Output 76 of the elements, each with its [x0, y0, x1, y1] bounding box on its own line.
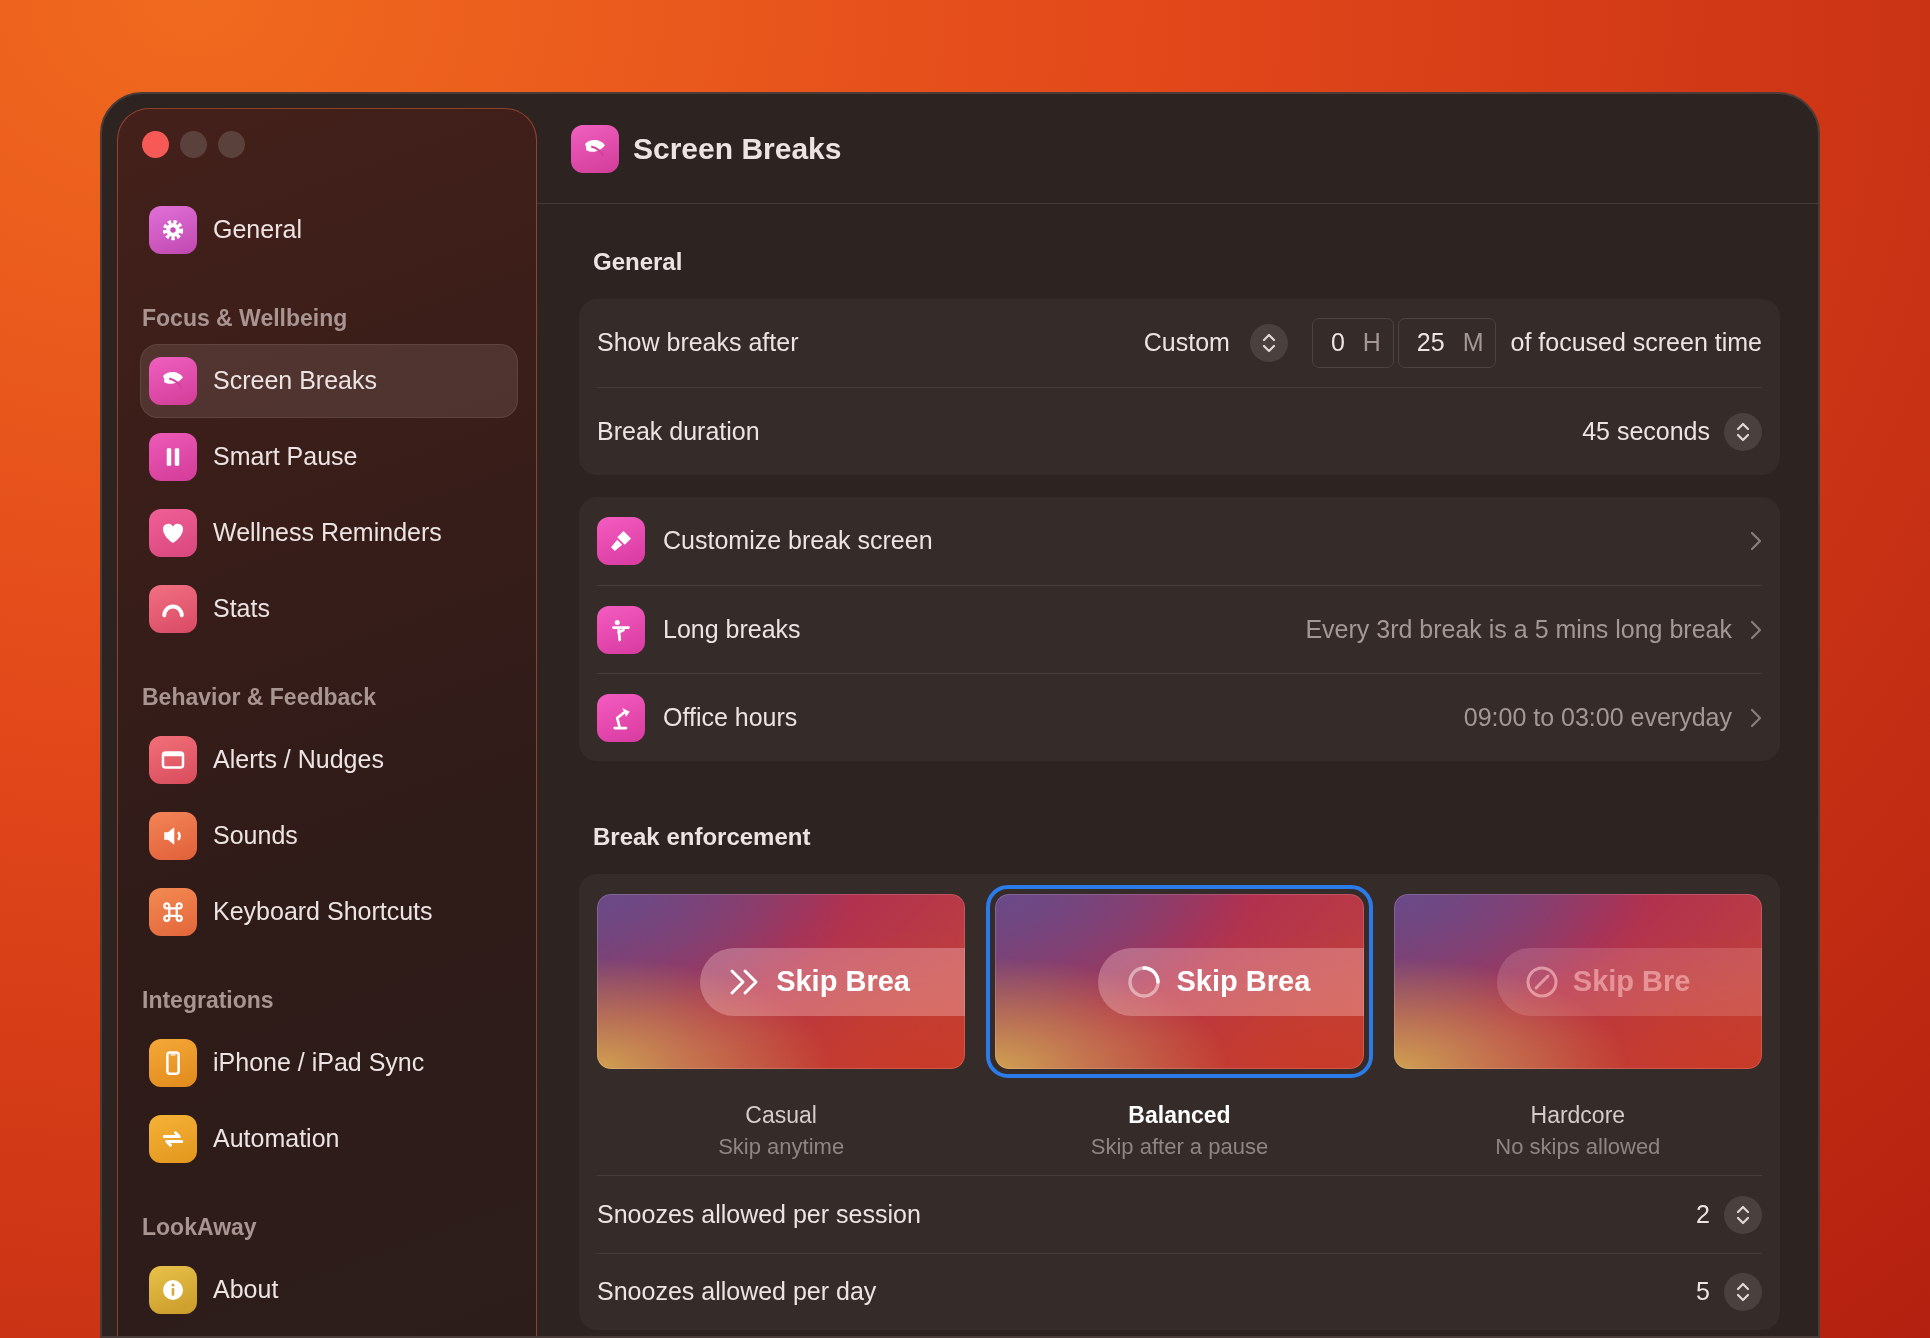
- sidebar-item[interactable]: Stats: [140, 572, 518, 646]
- setting-label: Snoozes allowed per session: [597, 1198, 921, 1230]
- section-heading: Focus & Wellbeing: [142, 304, 349, 333]
- chevron-icon: [1750, 531, 1762, 551]
- gear-icon: [149, 206, 197, 254]
- close-button[interactable]: [142, 130, 169, 158]
- interval-dropdown[interactable]: Custom: [1143, 324, 1298, 362]
- skip-button-preview: Skip Brea: [1098, 947, 1364, 1016]
- sidebar-item[interactable]: Wellness Reminders: [140, 496, 518, 570]
- spinner-icon: [1126, 963, 1163, 1000]
- skip-button-preview: Skip Brea: [700, 947, 966, 1016]
- up-down-chevron-icon: [1734, 420, 1752, 443]
- window-title: Screen Breaks: [633, 131, 842, 167]
- setting-label: of focused screen time: [1510, 327, 1762, 359]
- settings-row[interactable]: Long breaks Every 3rd break is a 5 mins long break: [597, 585, 1762, 673]
- sidebar-item[interactable]: Smart Pause: [140, 420, 518, 494]
- info-icon: [149, 1266, 197, 1314]
- setting-label: Snoozes allowed per day: [597, 1276, 877, 1308]
- mode-title: Casual: [744, 1101, 818, 1130]
- sidebar-item[interactable]: Alerts / Nudges: [140, 723, 518, 797]
- setting-label: Break duration: [597, 415, 760, 447]
- phone-icon: [149, 1039, 197, 1087]
- unit-label: M: [1462, 327, 1484, 359]
- skip-button-preview: Skip Bre: [1496, 947, 1762, 1016]
- command-key-icon: [149, 888, 197, 936]
- brush-icon: [597, 517, 645, 565]
- setting-value: 5: [1696, 1276, 1710, 1308]
- minutes-field[interactable]: 25 M: [1397, 318, 1497, 368]
- settings-row[interactable]: Office hours 09:00 to 03:00 everyday: [597, 673, 1762, 761]
- setting-value: 09:00 to 03:00 everyday: [1463, 701, 1732, 733]
- stepper-button[interactable]: [1724, 412, 1762, 451]
- section-heading: LookAway: [142, 1213, 258, 1242]
- gauge-icon: [149, 585, 197, 633]
- section-heading: General: [593, 247, 684, 277]
- sidebar-item[interactable]: Keyboard Shortcuts: [140, 875, 518, 949]
- settings-row[interactable]: Customize break screen: [597, 497, 1762, 585]
- unit-label: H: [1362, 327, 1381, 359]
- up-down-chevron-icon: [1734, 1203, 1752, 1226]
- setting-value: 45 seconds: [1582, 415, 1710, 447]
- pause-icon: [149, 433, 197, 481]
- setting-label: Customize break screen: [663, 525, 933, 557]
- section-heading: Behavior & Feedback: [142, 683, 377, 712]
- setting-label: Office hours: [663, 701, 798, 733]
- leaf-icon: [149, 357, 197, 405]
- mode-description: Skip after a pause: [1089, 1133, 1270, 1161]
- leaf-icon: [571, 124, 619, 173]
- section-heading: Integrations: [142, 986, 275, 1015]
- arrows-icon: [149, 1115, 197, 1163]
- hours-field[interactable]: 0 H: [1311, 318, 1394, 368]
- mode-option-card[interactable]: Skip Brea: [588, 885, 975, 1078]
- sidebar-item[interactable]: General: [140, 193, 518, 267]
- mode-description: Skip anytime: [717, 1133, 846, 1161]
- stepper-button[interactable]: [1724, 1195, 1762, 1234]
- sidebar-item[interactable]: Automation: [140, 1102, 518, 1176]
- sidebar-item[interactable]: iPhone / iPad Sync: [140, 1026, 518, 1100]
- stepper-button[interactable]: [1724, 1273, 1762, 1311]
- mode-title: Balanced: [1127, 1101, 1232, 1130]
- chevron-icon: [1750, 707, 1762, 728]
- mode-title: Hardcore: [1529, 1101, 1627, 1130]
- sidebar-item[interactable]: Sounds: [140, 799, 518, 873]
- setting-value: 2: [1696, 1198, 1710, 1230]
- setting-label: Long breaks: [663, 613, 801, 645]
- lamp-icon: [597, 693, 645, 742]
- sidebar-item[interactable]: About: [140, 1253, 518, 1327]
- speaker-icon: [149, 812, 197, 860]
- setting-label: Show breaks after: [597, 327, 799, 359]
- chevron-icon: [1750, 619, 1762, 640]
- setting-value: Every 3rd break is a 5 mins long break: [1305, 613, 1732, 645]
- sidebar-item[interactable]: Screen Breaks: [140, 344, 518, 418]
- prohibited-icon: [1524, 964, 1559, 999]
- mode-description: No skips allowed: [1494, 1133, 1662, 1161]
- up-down-chevron-icon: [1734, 1281, 1752, 1303]
- section-heading: Break enforcement: [593, 822, 812, 852]
- figure-icon: [597, 605, 645, 654]
- window-icon: [149, 736, 197, 784]
- mode-option-card[interactable]: Skip Brea: [986, 885, 1373, 1078]
